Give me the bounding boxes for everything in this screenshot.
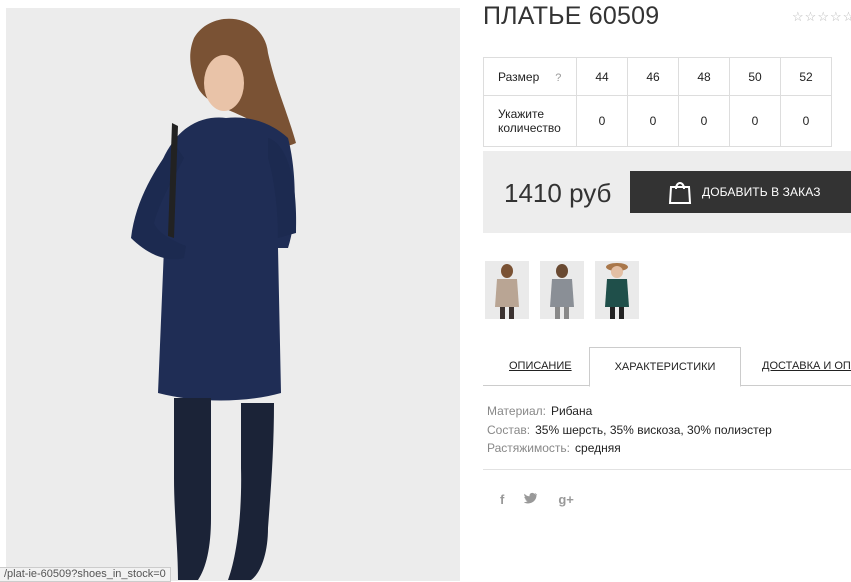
size-table: Размер? 44 46 48 50 52 Укажите количеств… (483, 57, 832, 147)
size-label: Размер (498, 69, 540, 84)
quantity-label: Укажите количество (483, 95, 577, 147)
color-variants (485, 261, 639, 319)
status-bar-url: /plat-ie-60509?shoes_in_stock=0 (0, 567, 171, 582)
size-50: 50 (729, 57, 781, 96)
social-share: f g+ (500, 492, 574, 507)
add-to-order-label: ДОБАВИТЬ В ЗАКАЗ (702, 185, 821, 199)
characteristic-row: Растяжимость: средняя (487, 439, 772, 458)
characteristic-key: Материал: (487, 404, 546, 418)
characteristic-row: Материал: Рибана (487, 402, 772, 421)
characteristics-list: Материал: Рибана Состав: 35% шерсть, 35% в… (487, 402, 772, 458)
thumb-green[interactable] (595, 261, 639, 319)
star-icon[interactable]: ☆ (805, 9, 817, 25)
star-icon[interactable]: ☆ (830, 9, 842, 25)
twitter-icon[interactable] (523, 492, 538, 507)
tab-characteristics[interactable]: ХАРАКТЕРИСТИКИ (589, 347, 741, 387)
quantity-input-52[interactable]: 0 (780, 95, 832, 147)
star-rating[interactable]: ☆ ☆ ☆ ☆ ☆ (792, 9, 851, 25)
size-help-icon[interactable]: ? (555, 72, 561, 84)
quantity-input-48[interactable]: 0 (678, 95, 730, 147)
tab-description[interactable]: ОПИСАНИЕ (509, 347, 572, 385)
product-photo[interactable] (6, 8, 460, 581)
tab-delivery[interactable]: ДОСТАВКА И ОПЛ (762, 347, 851, 385)
google-plus-icon[interactable]: g+ (558, 492, 574, 507)
characteristic-value: средняя (575, 441, 621, 455)
add-to-order-button[interactable]: ДОБАВИТЬ В ЗАКАЗ (630, 171, 851, 213)
characteristic-value: 35% шерсть, 35% вискоза, 30% полиэстер (535, 422, 772, 437)
size-44: 44 (576, 57, 628, 96)
divider (483, 469, 851, 470)
size-48: 48 (678, 57, 730, 96)
price: 1410 руб (504, 178, 612, 208)
facebook-icon[interactable]: f (500, 492, 504, 507)
quantity-input-46[interactable]: 0 (627, 95, 679, 147)
size-52: 52 (780, 57, 832, 96)
characteristic-key: Состав: (487, 422, 531, 437)
thumb-grey[interactable] (540, 261, 584, 319)
product-title: ПЛАТЬЕ 60509 (483, 2, 660, 30)
quantity-input-44[interactable]: 0 (576, 95, 628, 147)
quantity-input-50[interactable]: 0 (729, 95, 781, 147)
size-46: 46 (627, 57, 679, 96)
characteristic-row: Состав: 35% шерсть, 35% вискоза, 30% поли… (487, 421, 772, 440)
star-icon[interactable]: ☆ (817, 9, 829, 25)
shopping-bag-icon (668, 182, 692, 204)
star-icon[interactable]: ☆ (843, 9, 851, 25)
characteristic-value: Рибана (550, 404, 593, 418)
size-label-cell: Размер? (483, 57, 577, 96)
price-box: 1410 руб ДОБАВИТЬ В ЗАКАЗ (483, 151, 851, 233)
star-icon[interactable]: ☆ (792, 9, 804, 25)
product-tabs: ОПИСАНИЕ ХАРАКТЕРИСТИКИ ДОСТАВКА И ОПЛ (483, 347, 851, 387)
characteristic-key: Растяжимость: (487, 441, 571, 455)
thumb-beige[interactable] (485, 261, 529, 319)
